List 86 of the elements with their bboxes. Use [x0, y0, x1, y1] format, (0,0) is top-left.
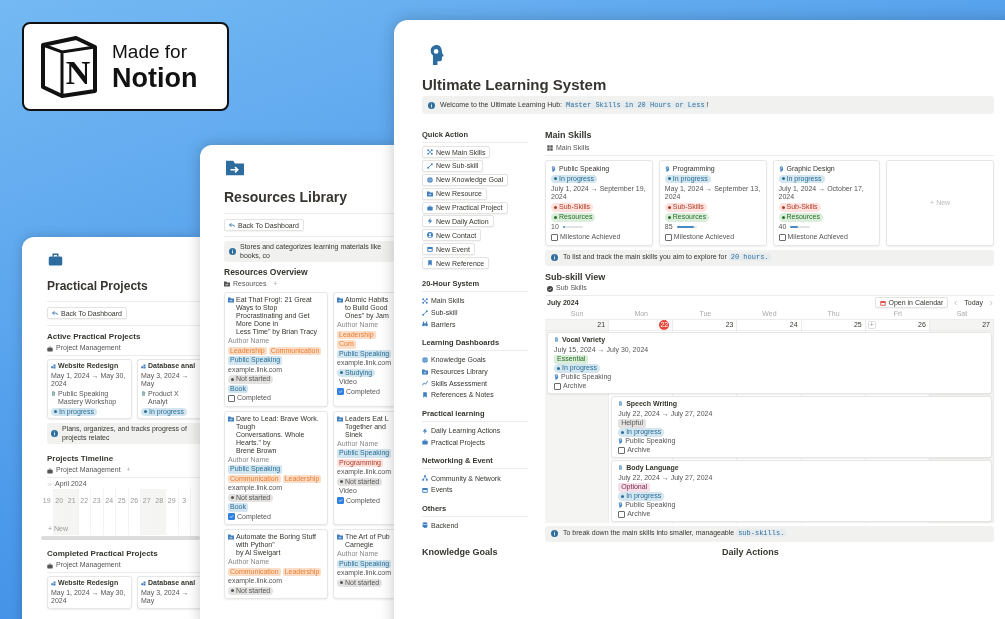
folder-icon	[224, 159, 246, 177]
checkbox[interactable]	[337, 388, 344, 396]
head-icon	[428, 44, 446, 66]
bolt-icon	[422, 427, 428, 434]
section-heading: Knowledge Goals	[422, 545, 499, 558]
badge-text: Made for	[112, 40, 188, 63]
blocks-icon	[51, 580, 56, 586]
checkbox[interactable]	[228, 394, 235, 402]
folder-icon	[224, 281, 230, 287]
page-icon	[51, 391, 56, 396]
folder-icon	[228, 415, 234, 422]
bookmark-icon	[427, 260, 433, 267]
grid-icon	[547, 145, 553, 151]
folder-icon	[337, 534, 343, 540]
blocks-icon	[141, 363, 146, 369]
bookmark-icon	[422, 392, 428, 398]
section-heading: Daily Actions	[722, 545, 780, 558]
checkbox[interactable]	[228, 513, 235, 521]
cube-logo: N	[40, 35, 98, 98]
info-icon	[551, 254, 558, 261]
chevron-left-icon	[953, 299, 960, 306]
checkbox[interactable]	[664, 233, 672, 241]
briefcase-icon	[427, 204, 433, 211]
badge-text: Notion	[112, 62, 198, 93]
chart-icon	[422, 380, 428, 387]
checkbox[interactable]	[551, 233, 558, 241]
globe-icon	[427, 176, 433, 183]
folder-icon	[228, 297, 234, 303]
calendar-icon	[427, 246, 433, 253]
chevron-right-icon	[988, 299, 994, 306]
head-icon	[778, 165, 784, 172]
info-icon	[51, 430, 58, 437]
head-icon	[618, 438, 624, 445]
section-heading: Resources Overview	[224, 267, 309, 278]
check-circle-icon	[547, 285, 553, 292]
hierarchy-icon	[422, 475, 428, 482]
page-title: Ultimate Learning System	[422, 76, 608, 94]
checkbox[interactable]	[618, 446, 626, 454]
briefcase-icon	[47, 252, 64, 267]
info-icon	[551, 530, 558, 537]
head-icon	[664, 165, 670, 172]
blocks-icon	[141, 580, 146, 586]
briefcase-icon	[47, 345, 53, 352]
info-icon	[229, 248, 236, 255]
folder-icon	[427, 190, 433, 197]
briefcase-icon	[47, 562, 53, 569]
folder-icon	[228, 534, 234, 540]
bolt-icon	[427, 218, 433, 225]
checkbox[interactable]	[554, 382, 561, 390]
globe-icon	[422, 356, 428, 363]
link-icon	[422, 309, 428, 316]
network-icon	[422, 297, 428, 304]
page-icon	[618, 464, 624, 470]
section-heading: Sub-skill View	[545, 270, 607, 283]
folder-icon	[422, 368, 428, 375]
network-icon	[427, 149, 433, 155]
checkbox[interactable]	[337, 497, 344, 505]
section-heading: Active Practical Projects	[47, 332, 142, 342]
page-icon	[554, 336, 559, 342]
checkbox[interactable]	[778, 233, 786, 241]
folder-icon	[337, 415, 343, 422]
page-icon	[141, 391, 146, 396]
page-title: Practical Projects	[47, 279, 149, 294]
person-icon	[427, 232, 433, 239]
head-icon	[551, 165, 556, 172]
briefcase-icon	[47, 467, 53, 474]
section-heading: Completed Practical Projects	[47, 549, 159, 559]
link-icon	[427, 162, 433, 169]
head-icon	[554, 374, 559, 381]
double-chevron-icon	[47, 482, 52, 487]
binoculars-icon	[422, 321, 428, 328]
back-arrow-icon	[229, 222, 235, 228]
info-icon	[428, 101, 435, 109]
blocks-icon	[51, 363, 56, 369]
checkbox[interactable]	[618, 510, 626, 518]
calendar-icon	[880, 299, 887, 306]
folder-icon	[337, 297, 343, 303]
page-title: Resources Library	[224, 189, 348, 206]
section-heading: Main Skills	[545, 129, 593, 141]
briefcase-icon	[422, 439, 428, 446]
database-icon	[422, 522, 428, 529]
back-arrow-icon	[52, 310, 58, 316]
head-icon	[618, 502, 624, 509]
page-icon	[618, 400, 624, 406]
calendar-icon	[422, 486, 428, 493]
section-heading: Projects Timeline	[47, 454, 115, 464]
